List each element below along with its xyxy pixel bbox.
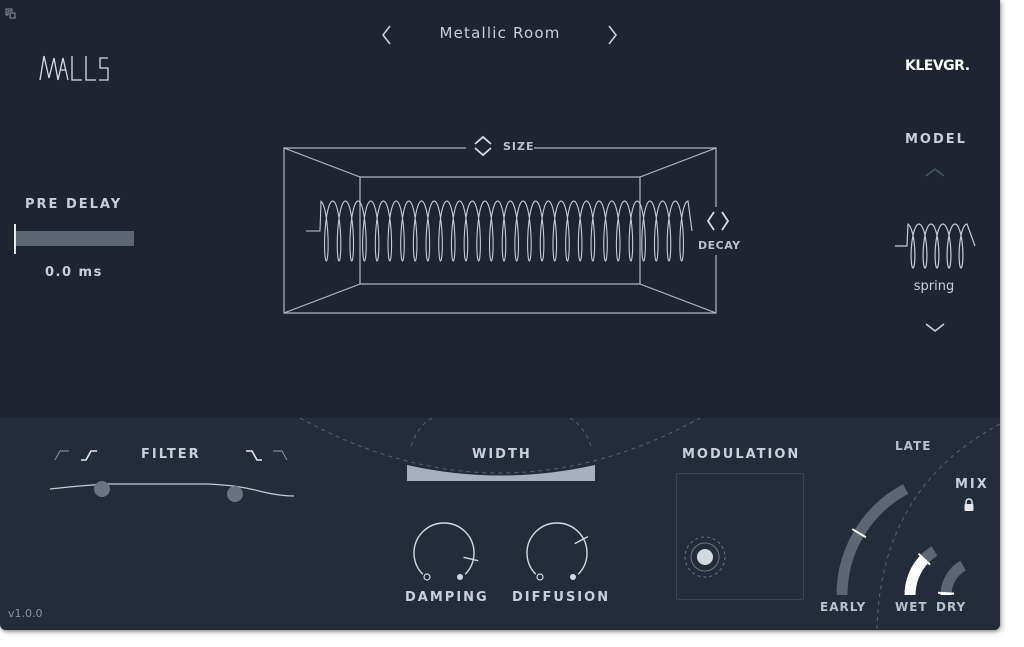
model-label: MODEL <box>905 132 967 147</box>
version-label: v1.0.0 <box>8 607 43 620</box>
size-arrows-icon <box>474 135 492 157</box>
chevron-up-icon[interactable] <box>924 166 946 178</box>
damping-knob[interactable] <box>410 520 480 586</box>
size-label: SIZE <box>503 140 535 153</box>
pre-delay-label: PRE DELAY <box>25 197 123 212</box>
filter-curve[interactable] <box>48 476 296 504</box>
walls-logo <box>38 50 112 84</box>
width-label: WIDTH <box>472 447 532 462</box>
pre-delay-track <box>16 231 134 246</box>
diffusion-label: DIFFUSION <box>512 590 611 605</box>
modulation-puck[interactable] <box>681 533 729 581</box>
room-visualizer[interactable] <box>282 145 722 317</box>
model-name: spring <box>913 279 955 294</box>
lowcut-shelf-icon[interactable] <box>54 449 70 461</box>
diffusion-knob[interactable] <box>523 520 593 586</box>
early-label: EARLY <box>820 600 867 614</box>
late-label: LATE <box>895 439 932 453</box>
pre-delay-slider[interactable] <box>14 224 134 254</box>
pre-delay-handle[interactable] <box>14 224 16 254</box>
walls-plugin-window: KLEVGR. Metallic Room PRE DELAY 0.0 ms S… <box>0 0 1000 630</box>
resize-icon[interactable] <box>5 8 17 20</box>
lowcut-slope-icon[interactable] <box>80 449 98 461</box>
chevron-left-icon[interactable] <box>380 24 394 46</box>
mix-label: MIX <box>955 477 989 492</box>
width-frame <box>406 418 596 448</box>
highcut-slope-icon[interactable] <box>245 449 263 461</box>
late-early-slider[interactable] <box>836 455 900 595</box>
dry-label: DRY <box>936 600 967 614</box>
chevron-down-icon[interactable] <box>924 322 946 334</box>
size-control[interactable]: SIZE <box>466 133 534 159</box>
lock-icon[interactable] <box>963 498 975 512</box>
decay-label: DECAY <box>698 239 741 252</box>
spring-model-icon <box>893 220 977 272</box>
modulation-xy-pad[interactable] <box>676 473 804 600</box>
chevron-right-icon[interactable] <box>605 24 619 46</box>
pre-delay-value: 0.0 ms <box>45 265 103 280</box>
decay-arrows-icon <box>706 211 730 231</box>
modulation-label: MODULATION <box>682 447 801 462</box>
wet-label: WET <box>895 600 928 614</box>
dry-slider[interactable] <box>938 528 980 596</box>
highcut-shelf-icon[interactable] <box>272 449 288 461</box>
filter-label: FILTER <box>141 447 201 462</box>
damping-label: DAMPING <box>405 590 489 605</box>
brand-logo: KLEVGR. <box>905 58 970 74</box>
preset-name[interactable]: Metallic Room <box>420 24 580 42</box>
lowcut-handle[interactable] <box>94 481 110 497</box>
decay-control[interactable]: DECAY <box>696 207 740 255</box>
width-slider[interactable] <box>406 462 596 484</box>
